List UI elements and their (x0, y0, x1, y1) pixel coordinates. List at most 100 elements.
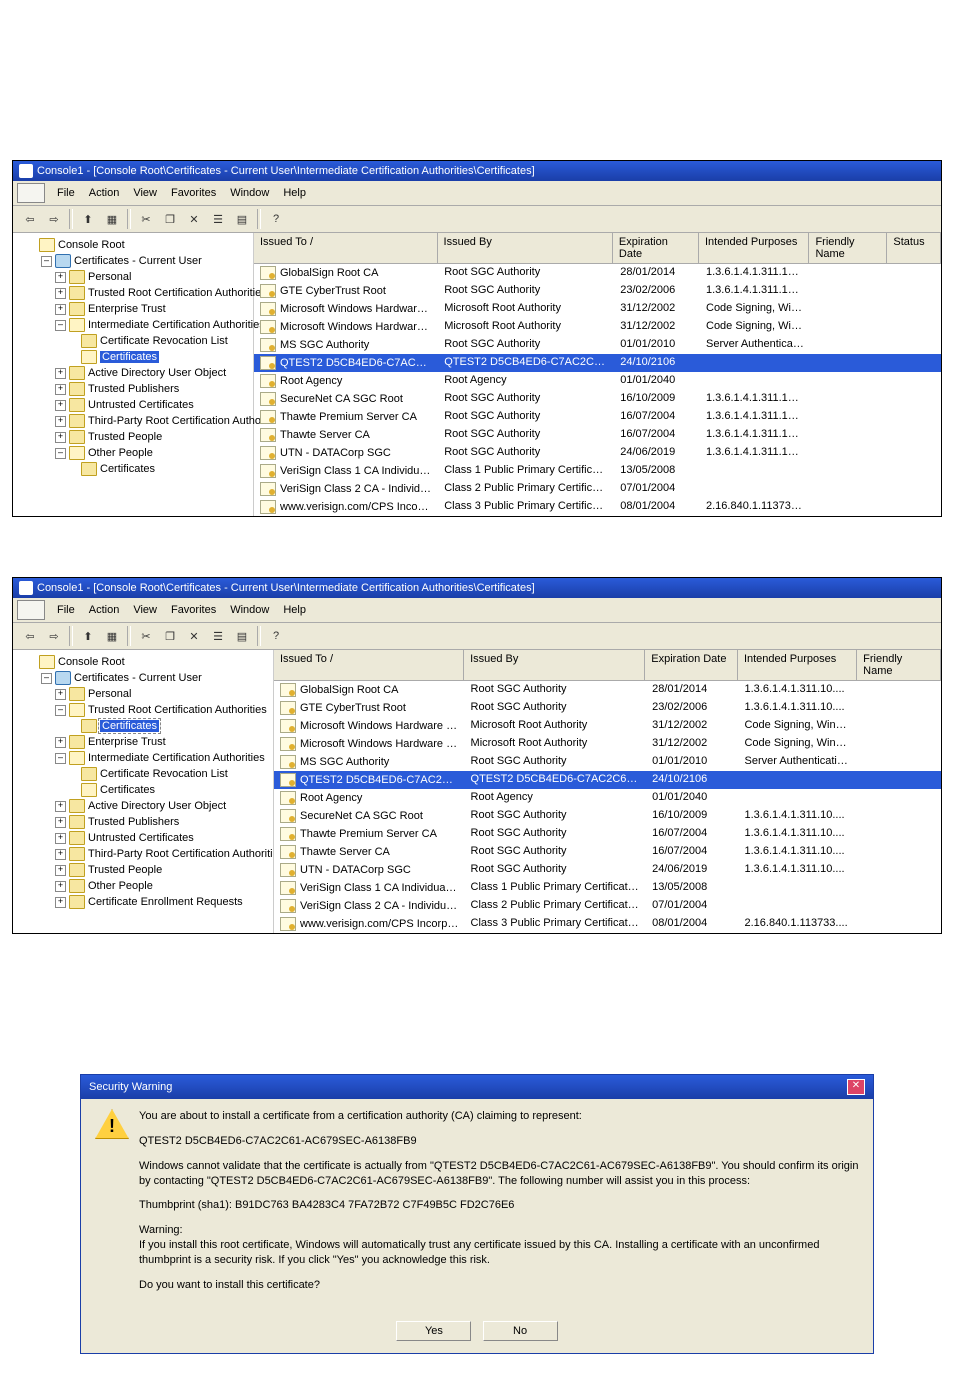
col-friendly[interactable]: Friendly Name (857, 650, 941, 680)
cut-button[interactable]: ✂ (135, 208, 157, 230)
table-row[interactable]: Microsoft Windows Hardware Com...Microso… (254, 318, 941, 336)
titlebar[interactable]: Console1 - [Console Root\Certificates - … (13, 161, 941, 181)
menu-help[interactable]: Help (277, 185, 312, 201)
tree-certificates-selected[interactable]: Certificates (100, 351, 159, 363)
table-row[interactable]: VeriSign Class 2 CA - Individual Su...Cl… (254, 480, 941, 498)
tree-personal[interactable]: Personal (88, 688, 131, 700)
menu-file[interactable]: File (51, 185, 81, 201)
cert-list[interactable]: Issued To / Issued By Expiration Date In… (274, 650, 941, 933)
tree-certs-user[interactable]: Certificates - Current User (74, 672, 202, 684)
yes-button[interactable]: Yes (396, 1321, 471, 1341)
table-row[interactable]: VeriSign Class 2 CA - Individual Su...Cl… (274, 897, 941, 915)
col-expiration[interactable]: Expiration Date (645, 650, 738, 680)
table-row[interactable]: GlobalSign Root CARoot SGC Authority28/0… (254, 264, 941, 282)
table-row[interactable]: Thawte Premium Server CARoot SGC Authori… (254, 408, 941, 426)
col-expiration[interactable]: Expiration Date (613, 233, 699, 263)
copy-button[interactable]: ❐ (159, 625, 181, 647)
tree-console-root[interactable]: Console Root (58, 656, 125, 668)
tree-trusted-root[interactable]: Trusted Root Certification Authorities (88, 704, 267, 716)
table-row[interactable]: QTEST2 D5CB4ED6-C7AC2C61-AC...QTEST2 D5C… (254, 354, 941, 372)
tree-trusted-pub[interactable]: Trusted Publishers (88, 816, 179, 828)
properties-button[interactable]: ☰ (207, 625, 229, 647)
tree-trusted-people[interactable]: Trusted People (88, 864, 162, 876)
table-row[interactable]: Microsoft Windows Hardware Com...Microso… (274, 735, 941, 753)
back-button[interactable]: ⇦ (19, 208, 41, 230)
table-row[interactable]: MS SGC AuthorityRoot SGC Authority01/01/… (274, 753, 941, 771)
tree-personal[interactable]: Personal (88, 271, 131, 283)
menu-view[interactable]: View (127, 602, 163, 618)
export-list-button[interactable]: ▤ (231, 208, 253, 230)
table-row[interactable]: GTE CyberTrust RootRoot SGC Authority23/… (274, 699, 941, 717)
tree-intermediate-ca[interactable]: Intermediate Certification Authorities (88, 319, 265, 331)
tree-other-certs[interactable]: Certificates (100, 463, 155, 475)
col-purposes[interactable]: Intended Purposes (699, 233, 809, 263)
tree-console-root[interactable]: Console Root (58, 239, 125, 251)
tree-third-party[interactable]: Third-Party Root Certification Authoriti (88, 848, 273, 860)
table-row[interactable]: Root AgencyRoot Agency01/01/2040 (274, 789, 941, 807)
table-row[interactable]: Microsoft Windows Hardware Com...Microso… (254, 300, 941, 318)
tree-cert-enrollment[interactable]: Certificate Enrollment Requests (88, 896, 243, 908)
up-button[interactable]: ⬆ (77, 625, 99, 647)
menu-help[interactable]: Help (277, 602, 312, 618)
table-row[interactable]: GlobalSign Root CARoot SGC Authority28/0… (274, 681, 941, 699)
close-icon[interactable]: ✕ (847, 1079, 865, 1095)
tree-third-party[interactable]: Third-Party Root Certification Authoriti (88, 415, 273, 427)
table-row[interactable]: Microsoft Windows Hardware Com...Microso… (274, 717, 941, 735)
table-row[interactable]: MS SGC AuthorityRoot SGC Authority01/01/… (254, 336, 941, 354)
tree-enterprise-trust[interactable]: Enterprise Trust (88, 303, 166, 315)
doc-icon[interactable] (17, 183, 45, 203)
menu-favorites[interactable]: Favorites (165, 185, 222, 201)
tree-ad-user[interactable]: Active Directory User Object (88, 367, 226, 379)
forward-button[interactable]: ⇨ (43, 208, 65, 230)
table-row[interactable]: SecureNet CA SGC RootRoot SGC Authority1… (274, 807, 941, 825)
copy-button[interactable]: ❐ (159, 208, 181, 230)
tree-trusted-people[interactable]: Trusted People (88, 431, 162, 443)
table-row[interactable]: Thawte Server CARoot SGC Authority16/07/… (274, 843, 941, 861)
titlebar[interactable]: Console1 - [Console Root\Certificates - … (13, 578, 941, 598)
cut-button[interactable]: ✂ (135, 625, 157, 647)
up-button[interactable]: ⬆ (77, 208, 99, 230)
properties-button[interactable]: ☰ (207, 208, 229, 230)
menu-action[interactable]: Action (83, 602, 126, 618)
menu-file[interactable]: File (51, 602, 81, 618)
tree-crl[interactable]: Certificate Revocation List (100, 335, 228, 347)
table-row[interactable]: Thawte Premium Server CARoot SGC Authori… (274, 825, 941, 843)
delete-button[interactable]: ✕ (183, 208, 205, 230)
dialog-titlebar[interactable]: Security Warning ✕ (81, 1075, 873, 1099)
table-row[interactable]: Root AgencyRoot Agency01/01/2040 (254, 372, 941, 390)
tree-pane[interactable]: Console Root –Certificates - Current Use… (13, 233, 254, 516)
doc-icon[interactable] (17, 600, 45, 620)
menu-window[interactable]: Window (224, 185, 275, 201)
tree-pane[interactable]: Console Root –Certificates - Current Use… (13, 650, 274, 933)
menu-window[interactable]: Window (224, 602, 275, 618)
table-row[interactable]: www.verisign.com/CPS Incorp.by ...Class … (254, 498, 941, 516)
no-button[interactable]: No (483, 1321, 558, 1341)
col-issued-by[interactable]: Issued By (438, 233, 613, 263)
tree-enterprise-trust[interactable]: Enterprise Trust (88, 736, 166, 748)
table-row[interactable]: GTE CyberTrust RootRoot SGC Authority23/… (254, 282, 941, 300)
table-row[interactable]: VeriSign Class 1 CA Individual Sub...Cla… (254, 462, 941, 480)
tree-ad-user[interactable]: Active Directory User Object (88, 800, 226, 812)
tree-intermediate-ca[interactable]: Intermediate Certification Authorities (88, 752, 265, 764)
col-issued-to[interactable]: Issued To / (274, 650, 464, 680)
export-list-button[interactable]: ▤ (231, 625, 253, 647)
help-button[interactable]: ? (265, 208, 287, 230)
menu-favorites[interactable]: Favorites (165, 602, 222, 618)
tree-crl[interactable]: Certificate Revocation List (100, 768, 228, 780)
table-row[interactable]: Thawte Server CARoot SGC Authority16/07/… (254, 426, 941, 444)
table-row[interactable]: VeriSign Class 1 CA Individual Sub...Cla… (274, 879, 941, 897)
col-issued-by[interactable]: Issued By (464, 650, 645, 680)
tree-trusted-root[interactable]: Trusted Root Certification Authorities (88, 287, 267, 299)
menu-view[interactable]: View (127, 185, 163, 201)
tree-other-people[interactable]: Other People (88, 880, 153, 892)
tree-ica-certificates[interactable]: Certificates (100, 784, 155, 796)
back-button[interactable]: ⇦ (19, 625, 41, 647)
show-hide-tree-button[interactable]: ▦ (101, 625, 123, 647)
tree-untrusted[interactable]: Untrusted Certificates (88, 832, 194, 844)
table-row[interactable]: SecureNet CA SGC RootRoot SGC Authority1… (254, 390, 941, 408)
col-purposes[interactable]: Intended Purposes (738, 650, 857, 680)
table-row[interactable]: UTN - DATACorp SGCRoot SGC Authority24/0… (254, 444, 941, 462)
tree-certs-user[interactable]: Certificates - Current User (74, 255, 202, 267)
tree-other-people[interactable]: Other People (88, 447, 153, 459)
tree-trusted-pub[interactable]: Trusted Publishers (88, 383, 179, 395)
